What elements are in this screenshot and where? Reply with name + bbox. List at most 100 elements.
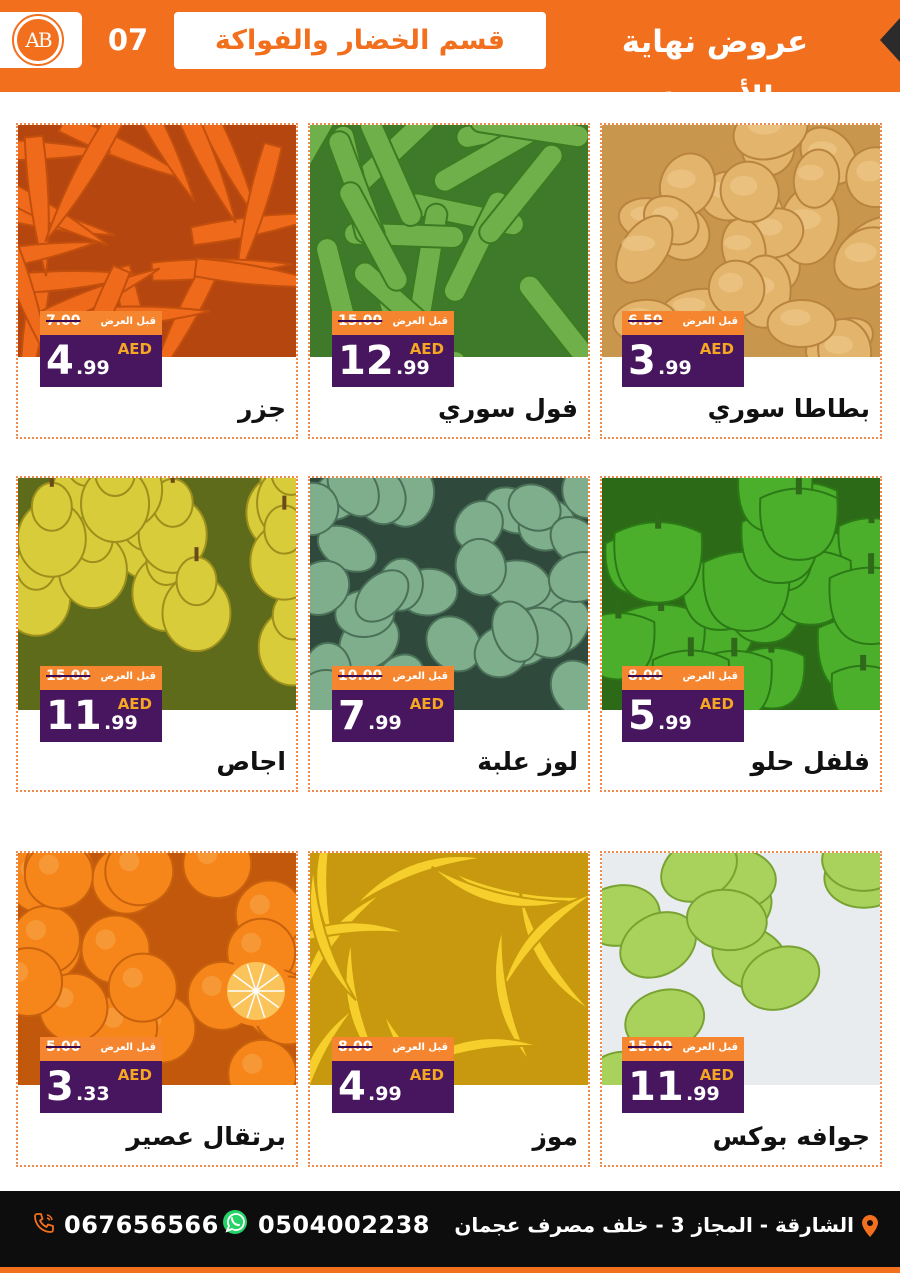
price-decimal: .99 xyxy=(368,1083,402,1105)
whatsapp-number[interactable]: 0504002238 xyxy=(258,1211,430,1239)
whatsapp-icon[interactable] xyxy=(222,1209,248,1235)
logo-container: AB xyxy=(0,12,82,68)
location-pin-icon xyxy=(862,1215,878,1237)
price-decimal: .99 xyxy=(368,712,402,734)
new-price-row: 4 .99 AED xyxy=(332,1061,454,1113)
old-price-row: 5.00 قبل العرض xyxy=(40,1037,162,1061)
product-name: موز xyxy=(532,1122,578,1151)
old-price-row: 6.50 قبل العرض xyxy=(622,311,744,335)
price-integer: 5 xyxy=(628,693,656,739)
price-integer: 11 xyxy=(46,693,102,739)
page-number: 07 xyxy=(107,23,149,57)
price-badge: 5.00 قبل العرض 3 .33 AED xyxy=(40,1037,162,1113)
price-decimal: .99 xyxy=(76,357,110,379)
old-price: 15.00 xyxy=(628,1039,673,1055)
currency-label: AED xyxy=(117,695,152,713)
before-offer-label: قبل العرض xyxy=(392,1042,448,1053)
product-name: جوافه بوكس xyxy=(712,1122,870,1151)
product-name: فول سوري xyxy=(437,394,578,423)
new-price-row: 5 .99 AED xyxy=(622,690,744,742)
product-card[interactable]: 8.00 قبل العرض 4 .99 AED موز xyxy=(308,851,590,1167)
price-integer: 4 xyxy=(46,338,74,384)
currency-label: AED xyxy=(699,340,734,358)
product-name: لوز علبة xyxy=(477,747,578,776)
old-price: 15.00 xyxy=(338,313,383,329)
price-integer: 3 xyxy=(628,338,656,384)
product-name: اجاص xyxy=(216,747,286,776)
product-name: بطاطا سوري xyxy=(707,394,870,423)
product-card[interactable]: 5.00 قبل العرض 3 .33 AED برتقال عصير xyxy=(16,851,298,1167)
price-decimal: .99 xyxy=(658,712,692,734)
product-card[interactable]: 8.00 قبل العرض 5 .99 AED فلفل حلو xyxy=(600,476,882,792)
new-price-row: 7 .99 AED xyxy=(332,690,454,742)
price-decimal: .33 xyxy=(76,1083,110,1105)
new-price-row: 4 .99 AED xyxy=(40,335,162,387)
old-price-row: 15.00 قبل العرض xyxy=(40,666,162,690)
old-price-row: 8.00 قبل العرض xyxy=(622,666,744,690)
store-address: الشارقة - المجاز 3 - خلف مصرف عجمان xyxy=(454,1213,854,1237)
price-badge: 6.50 قبل العرض 3 .99 AED xyxy=(622,311,744,387)
before-offer-label: قبل العرض xyxy=(100,1042,156,1053)
product-card[interactable]: 7.00 قبل العرض 4 .99 AED جزر xyxy=(16,123,298,439)
page-header: AB 07 قسم الخضار والفواكة عروض نهاية الأ… xyxy=(0,0,900,116)
price-badge: 15.00 قبل العرض 11 .99 AED xyxy=(40,666,162,742)
before-offer-label: قبل العرض xyxy=(392,671,448,682)
currency-label: AED xyxy=(409,340,444,358)
new-price-row: 11 .99 AED xyxy=(622,1061,744,1113)
price-badge: 15.00 قبل العرض 11 .99 AED xyxy=(622,1037,744,1113)
offer-title: عروض نهاية الأسبوع xyxy=(621,24,809,116)
before-offer-label: قبل العرض xyxy=(682,1042,738,1053)
currency-label: AED xyxy=(117,1066,152,1084)
before-offer-label: قبل العرض xyxy=(392,316,448,327)
price-decimal: .99 xyxy=(104,712,138,734)
currency-label: AED xyxy=(117,340,152,358)
old-price-row: 10.00 قبل العرض xyxy=(332,666,454,690)
old-price: 8.00 xyxy=(628,668,663,684)
new-price-row: 3 .33 AED xyxy=(40,1061,162,1113)
product-card[interactable]: 15.00 قبل العرض 12 .99 AED فول سوري xyxy=(308,123,590,439)
before-offer-label: قبل العرض xyxy=(100,316,156,327)
section-title: قسم الخضار والفواكة xyxy=(174,12,546,69)
product-name: فلفل حلو xyxy=(750,747,870,776)
price-integer: 3 xyxy=(46,1064,74,1110)
old-price-row: 15.00 قبل العرض xyxy=(332,311,454,335)
currency-label: AED xyxy=(699,1066,734,1084)
price-badge: 8.00 قبل العرض 5 .99 AED xyxy=(622,666,744,742)
product-name: برتقال عصير xyxy=(126,1122,286,1151)
phone-icon[interactable] xyxy=(32,1211,56,1235)
before-offer-label: قبل العرض xyxy=(100,671,156,682)
brand-logo: AB xyxy=(12,14,64,66)
new-price-row: 12 .99 AED xyxy=(332,335,454,387)
price-badge: 8.00 قبل العرض 4 .99 AED xyxy=(332,1037,454,1113)
product-card[interactable]: 15.00 قبل العرض 11 .99 AED اجاص xyxy=(16,476,298,792)
price-decimal: .99 xyxy=(658,357,692,379)
before-offer-label: قبل العرض xyxy=(682,316,738,327)
old-price-row: 8.00 قبل العرض xyxy=(332,1037,454,1061)
footer-accent-bar xyxy=(0,1267,900,1273)
product-card[interactable]: 15.00 قبل العرض 11 .99 AED جوافه بوكس xyxy=(600,851,882,1167)
price-badge: 10.00 قبل العرض 7 .99 AED xyxy=(332,666,454,742)
old-price-row: 7.00 قبل العرض xyxy=(40,311,162,335)
price-decimal: .99 xyxy=(686,1083,720,1105)
header-arrow-icon xyxy=(880,18,900,62)
old-price: 6.50 xyxy=(628,313,663,329)
price-integer: 12 xyxy=(338,338,394,384)
old-price: 15.00 xyxy=(46,668,91,684)
old-price: 10.00 xyxy=(338,668,383,684)
price-badge: 7.00 قبل العرض 4 .99 AED xyxy=(40,311,162,387)
price-integer: 11 xyxy=(628,1064,684,1110)
currency-label: AED xyxy=(409,1066,444,1084)
before-offer-label: قبل العرض xyxy=(682,671,738,682)
old-price: 5.00 xyxy=(46,1039,81,1055)
currency-label: AED xyxy=(699,695,734,713)
currency-label: AED xyxy=(409,695,444,713)
old-price-row: 15.00 قبل العرض xyxy=(622,1037,744,1061)
price-integer: 7 xyxy=(338,693,366,739)
page-footer: الشارقة - المجاز 3 - خلف مصرف عجمان 0504… xyxy=(0,1191,900,1273)
phone-number[interactable]: 067656566 xyxy=(64,1211,219,1239)
old-price: 8.00 xyxy=(338,1039,373,1055)
product-card[interactable]: 10.00 قبل العرض 7 .99 AED لوز علبة xyxy=(308,476,590,792)
price-decimal: .99 xyxy=(396,357,430,379)
product-name: جزر xyxy=(238,394,286,423)
product-card[interactable]: 6.50 قبل العرض 3 .99 AED بطاطا سوري xyxy=(600,123,882,439)
